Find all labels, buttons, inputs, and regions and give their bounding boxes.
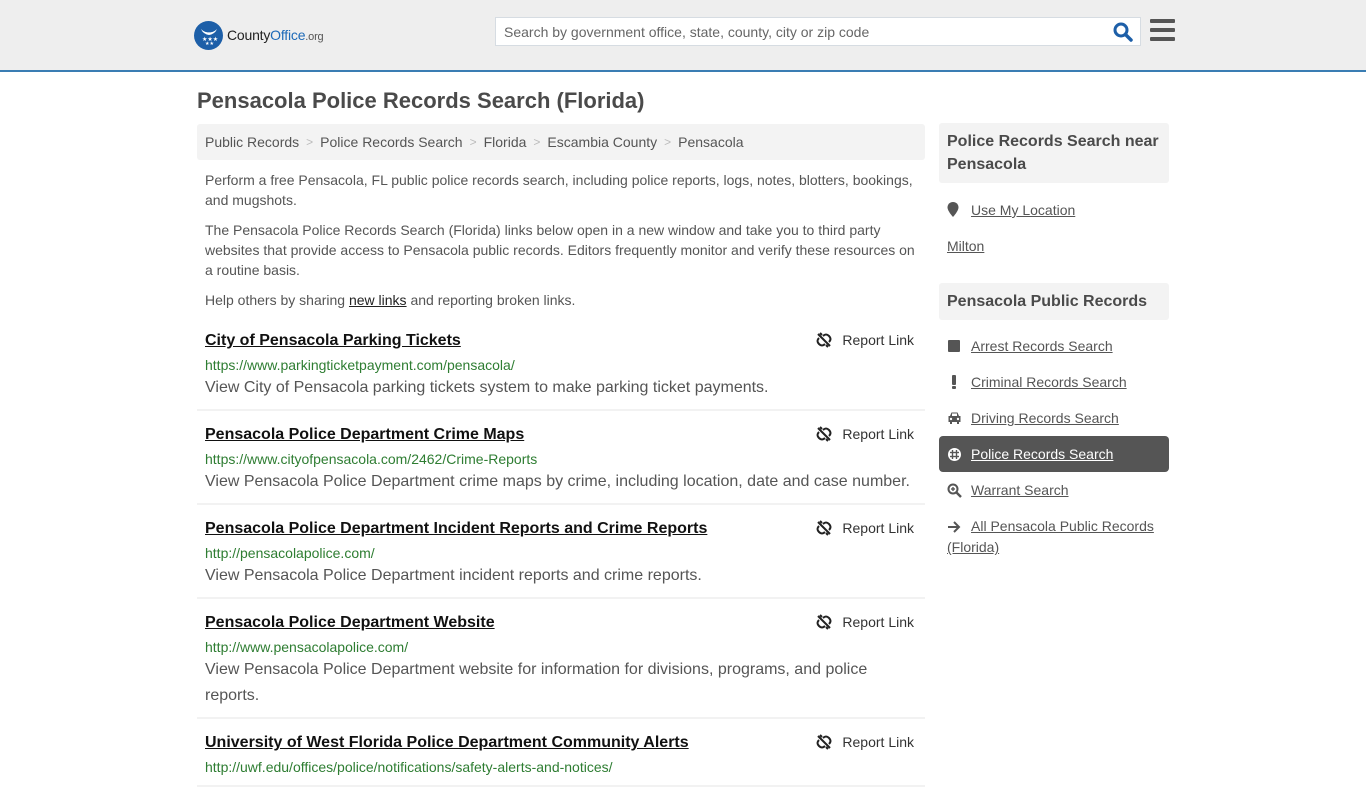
breadcrumb-separator: > — [533, 135, 541, 149]
report-link-label: Report Link — [842, 734, 914, 750]
page-title: Pensacola Police Records Search (Florida… — [197, 88, 645, 113]
new-links-link[interactable]: new links — [349, 292, 407, 308]
result-url[interactable]: https://www.parkingticketpayment.com/pen… — [205, 355, 917, 375]
search-input[interactable] — [496, 18, 1096, 45]
result-item: Pensacola Police Department Crime Maps R… — [197, 420, 925, 505]
search-button[interactable] — [1112, 21, 1134, 43]
result-description: View Pensacola Police Department website… — [205, 661, 868, 704]
square-icon — [947, 336, 963, 356]
site-logo[interactable]: ★★★ ★★ CountyOffice.org — [194, 20, 324, 50]
eagle-logo-icon: ★★★ ★★ — [194, 20, 223, 50]
logo-text-county: County — [227, 27, 271, 43]
sidebar-link-criminal-records[interactable]: Criminal Records Search — [971, 372, 1127, 392]
breadcrumb-police-records-search[interactable]: Police Records Search — [320, 134, 462, 150]
result-description: View Pensacola Police Department inciden… — [205, 567, 702, 584]
result-url[interactable]: http://uwf.edu/offices/police/notificati… — [205, 757, 917, 777]
search-box — [495, 17, 1141, 46]
sidebar-link-all-public-records[interactable]: All Pensacola Public Records (Florida) — [947, 518, 1154, 555]
result-description: View City of Pensacola parking tickets s… — [205, 379, 769, 396]
car-icon — [947, 408, 963, 428]
result-title-link[interactable]: City of Pensacola Parking Tickets — [205, 331, 461, 351]
breadcrumb-separator: > — [469, 135, 477, 149]
arrow-right-icon — [947, 517, 963, 537]
sidebar-item-warrant-search: Warrant Search — [939, 480, 1169, 500]
sidebar-link-warrant-search[interactable]: Warrant Search — [971, 480, 1069, 500]
result-item: University of West Florida Police Depart… — [197, 728, 925, 787]
result-title-link[interactable]: Pensacola Police Department Website — [205, 613, 495, 633]
breadcrumb-pensacola[interactable]: Pensacola — [678, 134, 743, 150]
result-description: View Pensacola Police Department crime m… — [205, 473, 910, 490]
nearby-heading: Police Records Search near Pensacola — [939, 123, 1169, 183]
nearby-place-item: Milton — [939, 236, 1169, 256]
breadcrumb-separator: > — [306, 135, 314, 149]
intro-help-text: Help others by sharing — [205, 292, 349, 308]
use-my-location-item: Use My Location — [939, 200, 1169, 220]
public-records-heading: Pensacola Public Records — [939, 283, 1169, 320]
logo-text-office: Office — [270, 27, 306, 43]
result-url[interactable]: http://www.pensacolapolice.com/ — [205, 637, 917, 657]
result-item: City of Pensacola Parking Tickets Report… — [197, 326, 925, 411]
breadcrumb-florida[interactable]: Florida — [484, 134, 527, 150]
search-icon — [1113, 22, 1133, 42]
sidebar: Police Records Search near Pensacola Use… — [939, 123, 1169, 557]
logo-text-org: .org — [305, 31, 324, 43]
broken-link-icon — [816, 614, 832, 630]
broken-link-icon — [816, 520, 832, 536]
sidebar-link-police-records[interactable]: Police Records Search — [971, 444, 1113, 464]
sidebar-item-police-records: Police Records Search — [939, 436, 1169, 472]
svg-text:★★: ★★ — [205, 41, 214, 46]
map-marker-icon — [947, 200, 963, 220]
crosshair-icon — [947, 444, 963, 464]
intro-help-text-end: and reporting broken links. — [406, 292, 576, 308]
intro-paragraph-3: Help others by sharing new links and rep… — [205, 290, 920, 310]
hamburger-menu-icon[interactable] — [1150, 19, 1175, 41]
broken-link-icon — [816, 426, 832, 442]
breadcrumb-escambia-county[interactable]: Escambia County — [547, 134, 657, 150]
broken-link-icon — [816, 332, 832, 348]
nearby-place-link-milton[interactable]: Milton — [947, 238, 984, 254]
site-header: ★★★ ★★ CountyOffice.org — [0, 0, 1366, 72]
breadcrumb-public-records[interactable]: Public Records — [205, 134, 299, 150]
results-list: City of Pensacola Parking Tickets Report… — [197, 326, 925, 796]
result-title-link[interactable]: Pensacola Police Department Crime Maps — [205, 425, 524, 445]
sidebar-item-all-public-records: All Pensacola Public Records (Florida) — [939, 516, 1169, 557]
report-link-button[interactable]: Report Link — [816, 520, 914, 536]
magnify-plus-icon — [947, 480, 963, 500]
breadcrumb-separator: > — [664, 135, 672, 149]
report-link-button[interactable]: Report Link — [816, 332, 914, 348]
exclamation-icon — [947, 372, 963, 392]
logo-text: CountyOffice.org — [227, 27, 324, 43]
report-link-label: Report Link — [842, 520, 914, 536]
result-title-link[interactable]: Pensacola Police Department Incident Rep… — [205, 519, 707, 539]
result-url[interactable]: https://www.cityofpensacola.com/2462/Cri… — [205, 449, 917, 469]
sidebar-item-criminal-records: Criminal Records Search — [939, 372, 1169, 392]
intro-text: Perform a free Pensacola, FL public poli… — [205, 170, 920, 320]
report-link-button[interactable]: Report Link — [816, 614, 914, 630]
result-title-link[interactable]: University of West Florida Police Depart… — [205, 733, 689, 753]
sidebar-link-arrest-records[interactable]: Arrest Records Search — [971, 336, 1113, 356]
broken-link-icon — [816, 734, 832, 750]
intro-paragraph-2: The Pensacola Police Records Search (Flo… — [205, 222, 915, 278]
report-link-button[interactable]: Report Link — [816, 426, 914, 442]
sidebar-item-driving-records: Driving Records Search — [939, 408, 1169, 428]
result-item: Pensacola Police Department Incident Rep… — [197, 514, 925, 599]
intro-paragraph-1: Perform a free Pensacola, FL public poli… — [205, 172, 913, 208]
result-url[interactable]: http://pensacolapolice.com/ — [205, 543, 917, 563]
result-item: Pensacola Police Department Website Repo… — [197, 608, 925, 719]
use-my-location-link[interactable]: Use My Location — [971, 200, 1075, 220]
report-link-label: Report Link — [842, 614, 914, 630]
report-link-button[interactable]: Report Link — [816, 734, 914, 750]
report-link-label: Report Link — [842, 332, 914, 348]
sidebar-link-driving-records[interactable]: Driving Records Search — [971, 408, 1119, 428]
report-link-label: Report Link — [842, 426, 914, 442]
breadcrumb: Public Records > Police Records Search >… — [197, 124, 925, 160]
sidebar-item-arrest-records: Arrest Records Search — [939, 336, 1169, 356]
